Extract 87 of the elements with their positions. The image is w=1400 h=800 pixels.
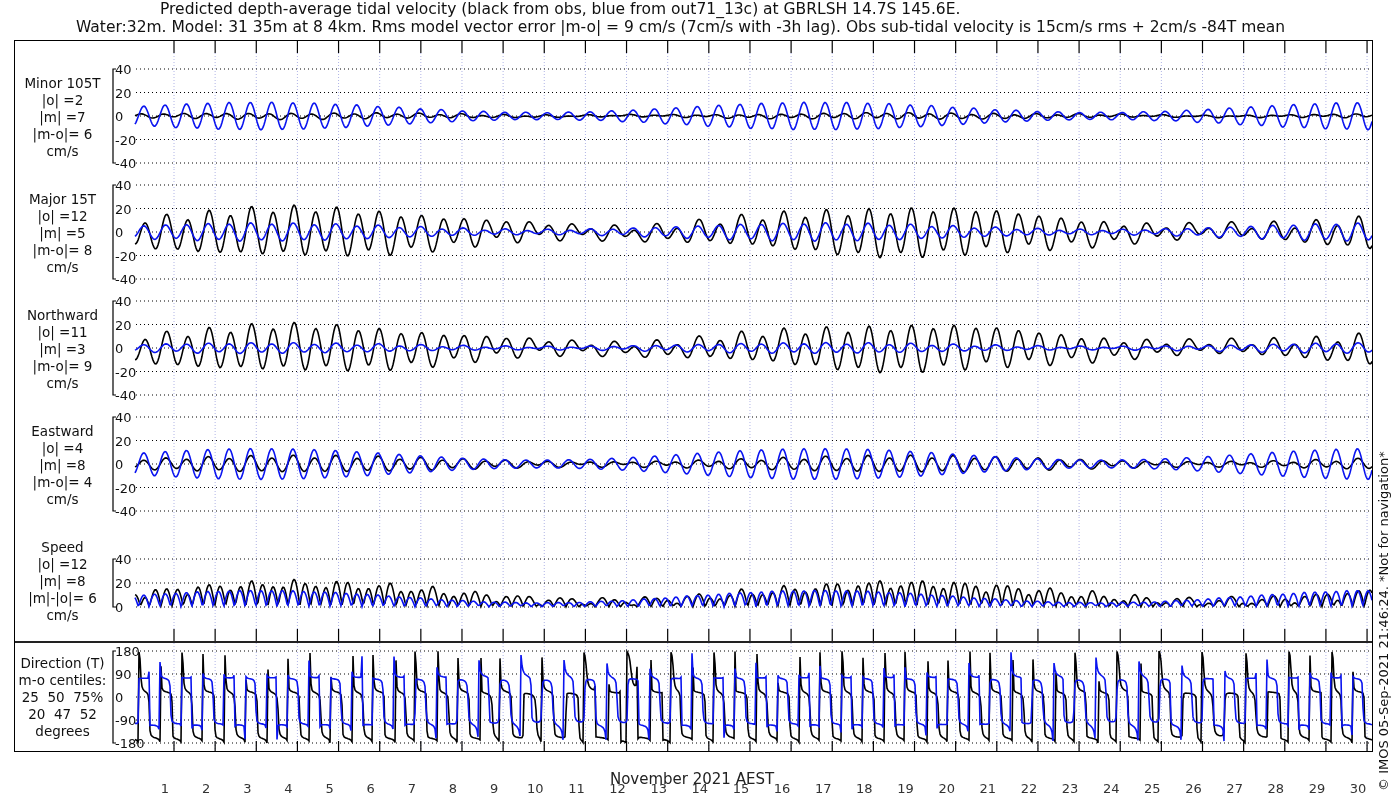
y-tick-label: 40 [115,552,132,567]
y-tick-label: -40 [115,156,137,169]
panel-label-line: cm/s [46,491,79,508]
x-tick-label: 21 [979,781,997,796]
y-tick-label: -180 [115,736,145,751]
y-tick-label: 0 [115,600,124,615]
x-tick-label: 7 [407,781,416,796]
y-tick-label: -40 [115,272,137,285]
x-tick-label: 18 [856,781,873,796]
x-tick-label: 20 [938,781,955,796]
x-tick-label: 8 [448,781,458,796]
x-tick-label: 16 [773,781,791,796]
y-tick-label: -20 [115,132,137,148]
panel-label-line: |m-o|= 6 [32,126,93,143]
panel-label-line: cm/s [46,143,79,160]
panel-label-line: |o| =4 [41,440,84,457]
x-tick-label: 10 [527,781,544,796]
x-tick-label: 29 [1308,781,1326,796]
panel-label-line: cm/s [46,259,79,276]
y-tick-label: 0 [115,109,124,124]
panel-label-line: |m-o|= 8 [32,242,93,259]
y-tick-label: -20 [115,364,137,380]
panel-label-line: Eastward [31,423,94,440]
x-tick-label: 19 [897,781,914,796]
panel-label-line: m-o centiles: [18,672,107,689]
x-tick-label: 27 [1226,781,1243,796]
copyright-notice: © IMOS 05-Sep-2021 21:46:24. *Not for navigation* [1376,451,1391,791]
panel-label-line: |o| =12 [37,208,88,225]
panel-label-line: |m| =7 [39,109,86,126]
panel-label-line: |m| =3 [39,341,86,358]
y-tick-label: 0 [115,341,124,356]
panel-label-line: |m|-|o|= 6 [28,590,97,607]
y-tick-label: 20 [115,317,132,333]
y-tick-label: -20 [115,480,137,496]
x-tick-label: 9 [490,781,499,796]
panel-label-line: cm/s [46,607,79,624]
panel-label-line: Direction (T) [20,655,105,672]
chart-subtitle: Water:32m. Model: 31 35m at 8 4km. Rms model vector error |m-o| = 9 cm/s (7cm/s with -3h lag). Obs sub-tidal velocity is 15cm/s rms + 2cm/s -84T mean [75,18,1286,36]
x-tick-label: 1 [160,781,170,796]
x-tick-label: 22 [1020,781,1038,796]
x-tick-label: 26 [1185,781,1202,796]
y-tick-label: -40 [115,504,137,517]
panel-label-line: Major 15T [28,191,97,208]
panel-label-line: |o| =12 [37,556,88,573]
y-tick-label: 40 [115,178,132,193]
x-tick-label: 4 [284,781,293,796]
x-tick-label: 30 [1349,781,1367,796]
y-tick-label: 40 [115,294,132,309]
y-tick-label: 20 [115,201,132,217]
y-tick-label: 90 [115,667,132,682]
panel-label-line: degrees [35,723,90,740]
y-tick-label: 0 [115,690,124,705]
y-tick-label: 0 [115,457,124,472]
y-tick-label: 0 [115,225,124,240]
x-tick-label: 25 [1144,781,1161,796]
panel-label-line: |m| =8 [39,457,86,474]
panel-label-line: 25 50 75% [21,689,104,706]
y-tick-label: 40 [115,62,132,77]
panel-label-line: Speed [41,539,84,556]
x-tick-label: 23 [1061,781,1079,796]
y-tick-label: 180 [115,644,140,659]
panel-label-line: 20 47 52 [28,706,97,723]
x-tick-label: 11 [568,781,585,796]
panel-label-line: |m-o|= 4 [32,474,93,491]
panel-label-line: |o| =2 [41,92,84,109]
panel-label-line: |m-o|= 9 [32,358,93,375]
x-tick-label: 6 [366,781,375,796]
x-tick-label: 24 [1102,781,1120,796]
y-tick-label: 40 [115,410,132,425]
chart-title: Predicted depth-average tidal velocity (black from obs, blue from out71_13c) at GBRLSH 14.7S 145.6E. [159,0,961,18]
panel-label-line: |m| =8 [39,573,86,590]
x-tick-label: 3 [243,781,252,796]
y-tick-label: 20 [115,85,132,101]
panel-label-line: Minor 105T [24,75,101,92]
y-tick-label: -20 [115,248,137,264]
y-tick-label: 20 [115,433,132,449]
panel-label-line: |o| =11 [37,324,88,341]
x-tick-label: 5 [325,781,334,796]
panel-label-line: Northward [27,307,98,324]
y-tick-label: -40 [115,388,137,401]
y-tick-label: 20 [115,576,132,591]
x-tick-label: 28 [1267,781,1285,796]
panel-label-line: |m| =5 [39,225,86,242]
x-tick-label: 17 [814,781,832,796]
y-tick-label: -90 [115,713,137,728]
x-tick-label: 2 [202,781,211,796]
panel-label-line: cm/s [46,375,79,392]
